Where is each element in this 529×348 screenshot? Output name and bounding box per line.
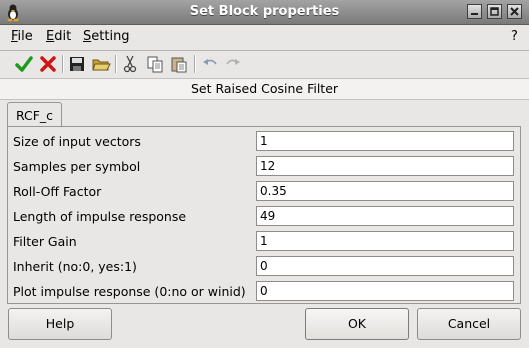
toolbar-separator — [62, 55, 64, 73]
cross-icon[interactable] — [38, 54, 58, 74]
cut-icon[interactable] — [120, 54, 140, 74]
field-label: Size of input vectors — [13, 134, 141, 149]
toolbar-separator — [115, 55, 117, 73]
impulse-length-field[interactable] — [256, 206, 514, 226]
field-label: Inherit (no:0, yes:1) — [13, 259, 137, 274]
open-folder-icon[interactable] — [91, 54, 111, 74]
roll-off-factor-field[interactable] — [256, 181, 514, 201]
dialog-heading: Set Raised Cosine Filter — [0, 78, 529, 100]
window-title: Set Block properties — [189, 4, 340, 19]
field-label: Roll-Off Factor — [13, 184, 102, 199]
tab-rcf-c[interactable]: RCF_c — [7, 102, 62, 127]
undo-icon[interactable] — [200, 54, 220, 74]
filter-gain-field[interactable] — [256, 231, 514, 251]
plot-impulse-response-field[interactable] — [256, 281, 514, 301]
title-bar[interactable]: Set Block properties — [0, 0, 529, 25]
field-label: Filter Gain — [13, 234, 77, 249]
inherit-field[interactable] — [256, 256, 514, 276]
tab-label: RCF_c — [15, 108, 54, 123]
paste-icon[interactable] — [169, 54, 189, 74]
close-icon[interactable] — [507, 4, 522, 19]
cancel-button[interactable]: Cancel — [417, 308, 521, 340]
menu-edit[interactable]: Edit — [46, 29, 71, 44]
menu-help[interactable]: ? — [511, 29, 518, 44]
maximize-icon[interactable] — [487, 4, 502, 19]
save-icon[interactable] — [67, 54, 87, 74]
field-label: Samples per symbol — [13, 159, 141, 174]
field-label: Length of impulse response — [13, 209, 187, 224]
redo-icon[interactable] — [223, 54, 243, 74]
help-button[interactable]: Help — [8, 308, 112, 340]
field-label: Plot impulse response (0:no or winid) — [13, 284, 246, 299]
ok-button[interactable]: OK — [305, 308, 409, 340]
toolbar — [0, 51, 529, 77]
samples-per-symbol-field[interactable] — [256, 156, 514, 176]
menu-bar: File Edit Setting ? — [0, 25, 529, 49]
menu-setting[interactable]: Setting — [83, 29, 130, 44]
toolbar-separator — [194, 55, 196, 73]
check-icon[interactable] — [14, 54, 34, 74]
menu-file[interactable]: File — [11, 29, 33, 44]
size-of-input-vectors-field[interactable] — [256, 131, 514, 151]
copy-icon[interactable] — [145, 54, 165, 74]
minimize-icon[interactable] — [467, 4, 482, 19]
